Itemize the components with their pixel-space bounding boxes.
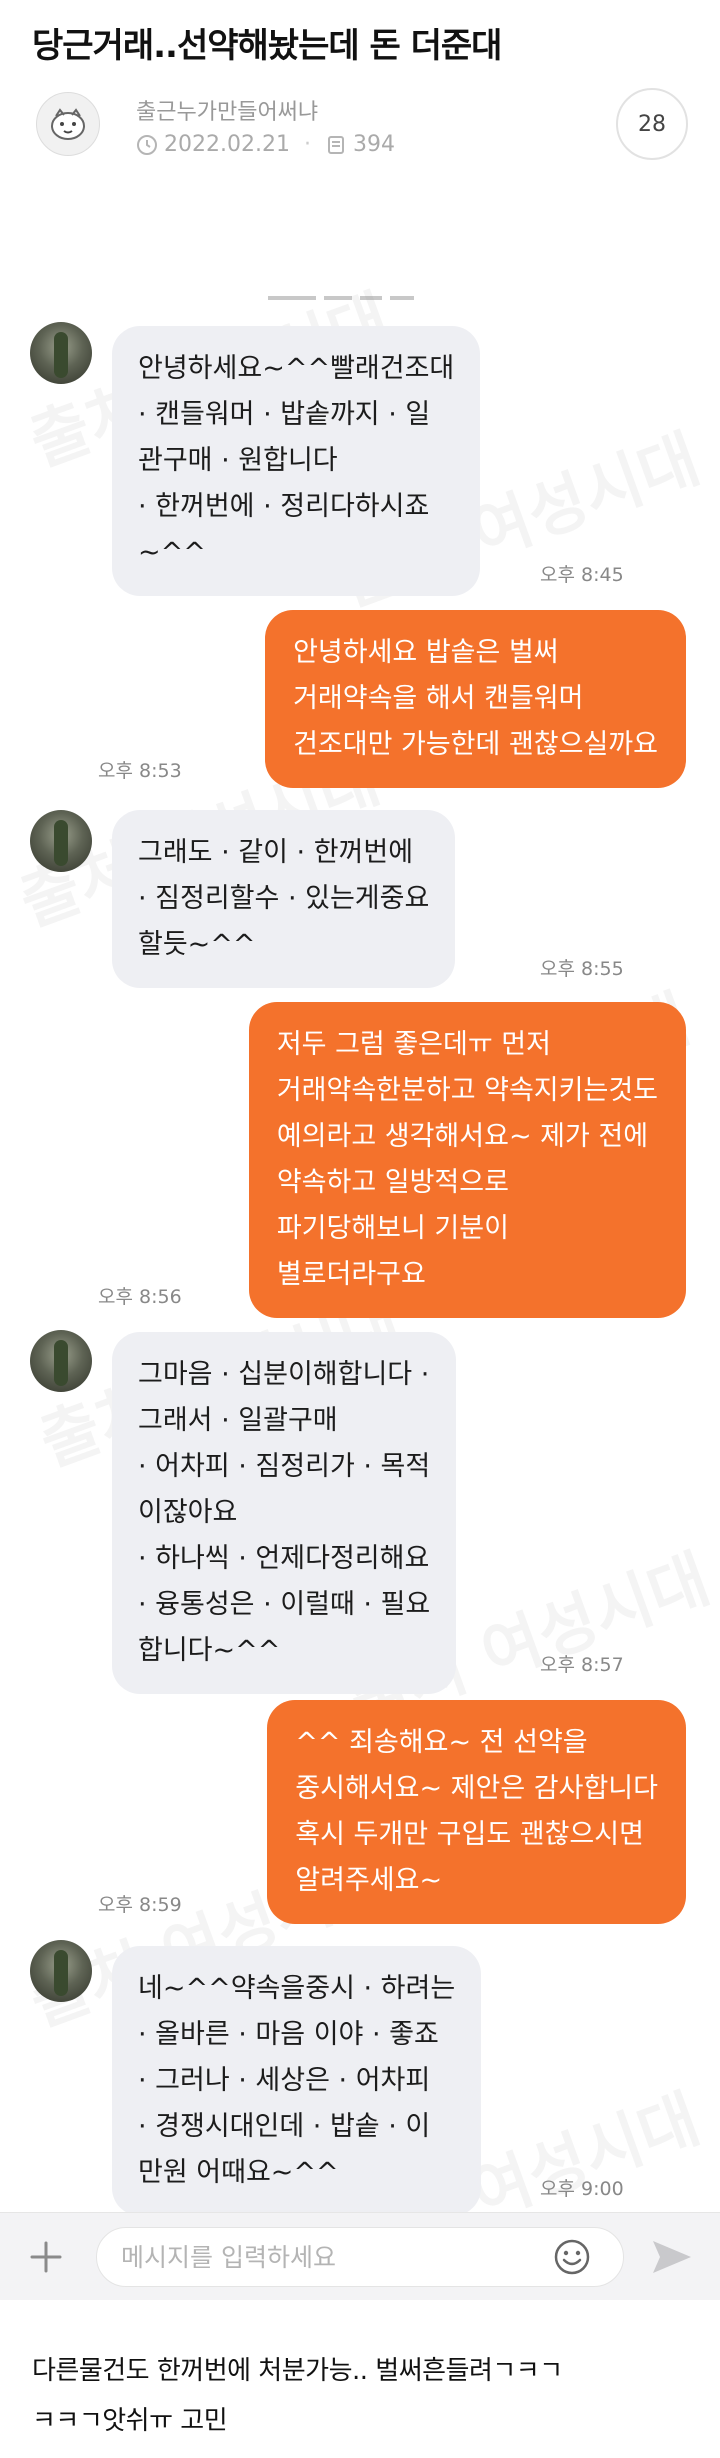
author-name[interactable]: 출근누가만들어써냐 (136, 94, 318, 126)
message-time: 오후 8:45 (540, 564, 624, 586)
outgoing-message: 저두 그럼 좋은데ㅠ 먼저 거래약속한분하고 약속지키는것도 예의라고 생각해서… (248, 1002, 686, 1318)
message-time: 오후 8:57 (540, 1654, 624, 1676)
comment-count-badge[interactable]: 28 (616, 88, 688, 160)
chat-screenshot: 출처 여성시대 출처 여성시대 출처 여성시대 출처 여성시대 출처 여성시대 … (0, 270, 720, 2300)
plus-icon[interactable] (22, 2233, 70, 2281)
message-input-bar (0, 2212, 720, 2300)
sender-avatar[interactable] (30, 1940, 92, 2002)
sender-avatar[interactable] (30, 1330, 92, 1392)
clock-icon (136, 134, 158, 156)
post-page: 당근거래..선약해놨는데 돈 더준대 출근누가만들어써냐 2022.02.21 … (0, 0, 720, 2458)
message-time: 오후 9:00 (540, 2178, 624, 2200)
author-avatar[interactable] (36, 92, 100, 156)
document-icon (325, 134, 347, 156)
message-time: 오후 8:59 (98, 1894, 182, 1916)
message-input[interactable] (96, 2227, 624, 2287)
cropped-text-fragment (268, 296, 414, 300)
send-icon[interactable] (648, 2235, 696, 2279)
meta-divider: · (303, 132, 311, 157)
incoming-message: 네~^^약속을중시 · 하려는 · 올바른 · 마음 이야 · 좋죠 · 그러나… (112, 1946, 482, 2216)
incoming-message: 안녕하세요~^^빨래건조대 · 캔들워머 · 밥솥까지 · 일 관구매 · 원합… (112, 326, 481, 596)
message-time: 오후 8:56 (98, 1286, 182, 1308)
message-time: 오후 8:53 (98, 760, 182, 782)
outgoing-message: 안녕하세요 밥솥은 벌써 거래약속을 해서 캔들워머 건조대만 가능한데 괜찮으… (265, 610, 686, 788)
post-caption: 다른물건도 한꺼번에 처분가능.. 벌써흔들려ㄱㅋㄱ ㅋㅋㄱ앗쉬ㅠ 고민 (32, 2356, 563, 2436)
post-title: 당근거래..선약해놨는데 돈 더준대 (32, 26, 502, 66)
sender-avatar[interactable] (30, 322, 92, 384)
post-meta: 2022.02.21 · 394 (136, 132, 395, 157)
message-time: 오후 8:55 (540, 958, 624, 980)
view-count: 394 (352, 132, 395, 157)
author-row: 출근누가만들어써냐 2022.02.21 · 394 28 (32, 88, 688, 168)
incoming-message: 그마음 · 십분이해합니다 · 그래서 · 일괄구매 · 어차피 · 짐정리가 … (112, 1332, 457, 1694)
character-icon (51, 108, 85, 140)
sender-avatar[interactable] (30, 810, 92, 872)
outgoing-message: ^^ 죄송해요~ 전 선약을 중시해서요~ 제안은 감사합니다 혹시 두개만 구… (267, 1700, 686, 1924)
incoming-message: 그래도 · 같이 · 한꺼번에 · 짐정리할수 · 있는게중요 할듯~^^ (112, 810, 456, 988)
emoji-icon[interactable] (552, 2237, 592, 2277)
post-date: 2022.02.21 (164, 132, 290, 157)
